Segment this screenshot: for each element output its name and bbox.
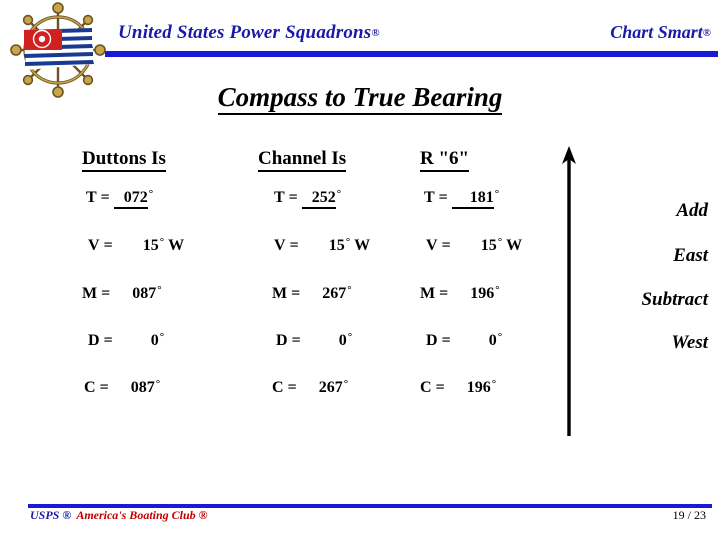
row-equals: = xyxy=(103,332,113,349)
row-equals: = xyxy=(101,285,111,302)
row-value: 087 xyxy=(130,379,155,396)
table-row-v: V = 15° W xyxy=(274,236,370,255)
column-duttons-is: Duttons Is T = 072° V = 15° W M = 087° D … xyxy=(82,148,257,396)
row-value: 087 xyxy=(132,285,157,302)
footer-club-label: America's Boating Club ® xyxy=(76,508,208,522)
row-equals: = xyxy=(291,285,301,302)
annotation-east: East xyxy=(673,245,708,266)
row-equals: = xyxy=(287,379,297,396)
row-value: 0 xyxy=(150,332,159,349)
degree-symbol: ° xyxy=(497,331,503,343)
row-equals: = xyxy=(289,237,299,254)
product-title: Chart Smart® xyxy=(610,22,711,43)
row-value: 072 xyxy=(113,189,148,209)
table-row-t: T = 181° xyxy=(424,188,499,209)
row-value: 0 xyxy=(338,332,347,349)
row-label: M xyxy=(82,285,98,302)
table-row-c: C = 196° xyxy=(420,378,496,397)
table-row-v: V = 15° W xyxy=(426,236,522,255)
table-row-v: V = 15° W xyxy=(88,236,184,255)
row-label: D xyxy=(88,332,100,349)
page-number: 19 / 23 xyxy=(672,508,706,522)
row-label: T xyxy=(274,189,285,206)
row-label: T xyxy=(86,189,97,206)
row-equals: = xyxy=(99,379,109,396)
row-direction: W xyxy=(354,237,371,254)
up-arrow-icon xyxy=(556,144,582,436)
table-row-m: M = 196° xyxy=(420,284,500,303)
table-row-d: D = 0° xyxy=(88,331,164,350)
row-direction: W xyxy=(506,237,523,254)
row-value: 267 xyxy=(322,285,347,302)
row-label: D xyxy=(276,332,288,349)
table-row-d: D = 0° xyxy=(426,331,502,350)
page-title: Compass to True Bearing xyxy=(0,82,720,115)
row-label: C xyxy=(272,379,284,396)
product-registered-mark: ® xyxy=(702,27,711,39)
degree-symbol: ° xyxy=(148,188,154,200)
brand-title: United States Power Squadrons® xyxy=(118,22,380,44)
row-equals: = xyxy=(100,189,110,206)
column-channel-is: Channel Is T = 252° V = 15° W M = 267° D … xyxy=(258,148,433,396)
row-value: 252 xyxy=(301,189,336,209)
row-direction: W xyxy=(168,237,185,254)
degree-symbol: ° xyxy=(491,378,497,390)
degree-symbol: ° xyxy=(155,378,161,390)
row-label: V xyxy=(426,237,438,254)
table-row-t: T = 252° xyxy=(274,188,341,209)
row-value: 15 xyxy=(480,237,497,254)
row-value: 196 xyxy=(466,379,491,396)
row-equals: = xyxy=(288,189,298,206)
row-value: 181 xyxy=(451,189,494,209)
brand-name: United States Power Squadrons xyxy=(118,22,372,43)
degree-symbol: ° xyxy=(495,284,500,296)
row-label: V xyxy=(88,237,100,254)
footer-branding: USPS ® America's Boating Club ® xyxy=(30,508,208,523)
annotation-west: West xyxy=(671,332,708,353)
row-label: V xyxy=(274,237,286,254)
degree-symbol: ° xyxy=(347,331,353,343)
annotation-subtract: Subtract xyxy=(641,289,708,310)
table-row-m: M = 267° xyxy=(272,284,352,303)
row-value: 0 xyxy=(488,332,497,349)
row-label: C xyxy=(84,379,96,396)
row-label: M xyxy=(272,285,288,302)
degree-symbol: ° xyxy=(343,378,349,390)
row-equals: = xyxy=(441,332,451,349)
table-row-d: D = 0° xyxy=(276,331,352,350)
table-row-m: M = 087° xyxy=(82,284,162,303)
row-label: M xyxy=(420,285,436,302)
row-label: C xyxy=(420,379,432,396)
column-header: Channel Is xyxy=(258,148,433,172)
header-divider xyxy=(105,51,718,57)
degree-symbol: ° xyxy=(157,284,162,296)
row-equals: = xyxy=(439,285,449,302)
row-equals: = xyxy=(291,332,301,349)
brand-registered-mark: ® xyxy=(371,27,380,39)
bearing-table: Duttons Is T = 072° V = 15° W M = 087° D … xyxy=(0,148,720,428)
degree-symbol: ° xyxy=(336,188,342,200)
row-equals: = xyxy=(435,379,445,396)
degree-symbol: ° xyxy=(494,188,500,200)
row-equals: = xyxy=(438,189,448,206)
product-name: Chart Smart xyxy=(610,22,703,42)
table-row-c: C = 267° xyxy=(272,378,348,397)
row-value: 15 xyxy=(328,237,345,254)
row-equals: = xyxy=(103,237,113,254)
column-header: Duttons Is xyxy=(82,148,257,172)
annotation-add: Add xyxy=(676,200,708,221)
table-row-t: T = 072° xyxy=(86,188,153,209)
degree-symbol: ° xyxy=(159,331,165,343)
row-label: D xyxy=(426,332,438,349)
row-value: 267 xyxy=(318,379,343,396)
row-value: 15 xyxy=(142,237,159,254)
degree-symbol: ° xyxy=(347,284,352,296)
table-row-c: C = 087° xyxy=(84,378,160,397)
row-value: 196 xyxy=(470,285,495,302)
footer-usps-label: USPS ® xyxy=(30,508,72,522)
slide-canvas: United States Power Squadrons® Chart Sma… xyxy=(0,0,720,540)
row-equals: = xyxy=(441,237,451,254)
row-label: T xyxy=(424,189,435,206)
